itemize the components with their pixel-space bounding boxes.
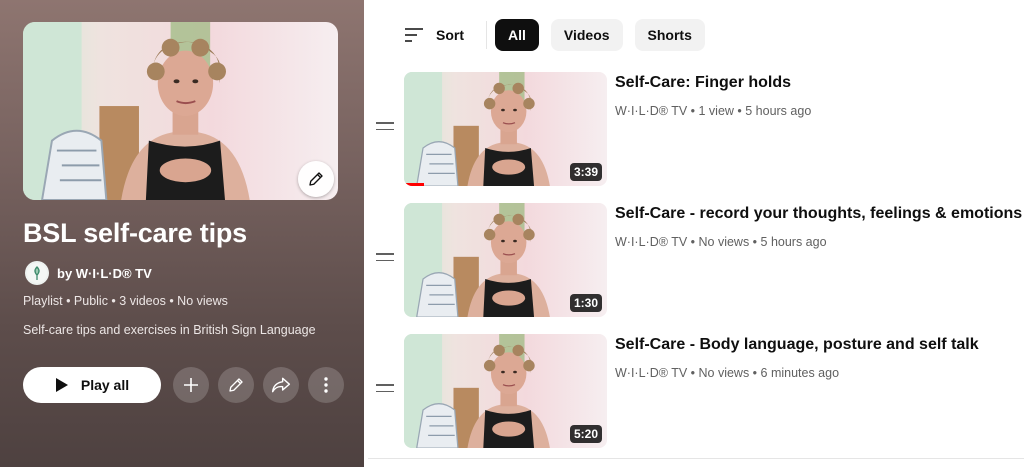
drag-handle-icon[interactable]: [376, 122, 394, 136]
chip-videos[interactable]: Videos: [550, 19, 623, 51]
filter-divider: [486, 21, 487, 49]
playlist-video-row[interactable]: 1:30 Self-Care - record your thoughts, f…: [372, 203, 1022, 321]
share-button[interactable]: [263, 367, 299, 403]
sort-button[interactable]: Sort: [404, 27, 464, 43]
playlist-meta: Playlist • Public • 3 videos • No views: [23, 294, 228, 308]
play-all-label: Play all: [80, 377, 130, 393]
edit-thumbnail-button[interactable]: [298, 161, 334, 197]
video-title[interactable]: Self-Care - record your thoughts, feelin…: [615, 205, 1022, 223]
filter-bar: Sort All Videos Shorts: [404, 19, 717, 51]
playlist-video-row[interactable]: 3:39 Self-Care: Finger holds W·I·L·D® TV…: [372, 72, 1012, 190]
channel-name[interactable]: by W·I·L·D® TV: [57, 266, 152, 281]
list-bottom-divider: [368, 458, 1024, 459]
watch-progress-bar: [404, 183, 425, 186]
edit-playlist-button[interactable]: [218, 367, 254, 403]
share-icon: [271, 377, 291, 393]
video-thumbnail[interactable]: 1:30: [404, 203, 607, 317]
drag-handle-icon[interactable]: [376, 253, 394, 267]
channel-avatar[interactable]: [25, 261, 49, 285]
playlist-header-panel: BSL self-care tips by W·I·L·D® TV Playli…: [0, 0, 364, 467]
add-to-button[interactable]: [173, 367, 209, 403]
sort-label: Sort: [436, 27, 464, 43]
video-thumbnail[interactable]: 5:20: [404, 334, 607, 448]
playlist-title: BSL self-care tips: [23, 218, 247, 248]
more-actions-button[interactable]: [308, 367, 344, 403]
more-vert-icon: [324, 377, 328, 393]
plus-icon: [184, 378, 198, 392]
drag-handle-icon[interactable]: [376, 384, 394, 398]
video-meta: W·I·L·D® TV • 1 view • 5 hours ago: [615, 104, 812, 118]
playlist-description[interactable]: Self-care tips and exercises in British …: [23, 323, 316, 337]
pencil-icon: [309, 172, 323, 186]
pencil-icon: [229, 378, 243, 392]
chip-all[interactable]: All: [495, 19, 539, 51]
playlist-owner[interactable]: by W·I·L·D® TV: [25, 261, 152, 285]
video-meta: W·I·L·D® TV • No views • 6 minutes ago: [615, 366, 840, 380]
video-duration: 1:30: [569, 294, 602, 312]
video-meta: W·I·L·D® TV • No views • 5 hours ago: [615, 235, 827, 249]
video-duration: 5:20: [569, 425, 602, 443]
playlist-thumbnail[interactable]: [23, 22, 338, 200]
video-thumbnail[interactable]: 3:39: [404, 72, 607, 186]
playlist-video-row[interactable]: 5:20 Self-Care - Body language, posture …: [372, 334, 1012, 452]
sort-icon: [405, 28, 423, 42]
video-title[interactable]: Self-Care - Body language, posture and s…: [615, 336, 979, 354]
play-icon: [55, 378, 68, 392]
video-duration: 3:39: [569, 163, 602, 181]
chip-shorts[interactable]: Shorts: [634, 19, 705, 51]
play-all-button[interactable]: Play all: [23, 367, 161, 403]
playlist-actions: Play all: [23, 367, 344, 403]
video-title[interactable]: Self-Care: Finger holds: [615, 74, 791, 92]
